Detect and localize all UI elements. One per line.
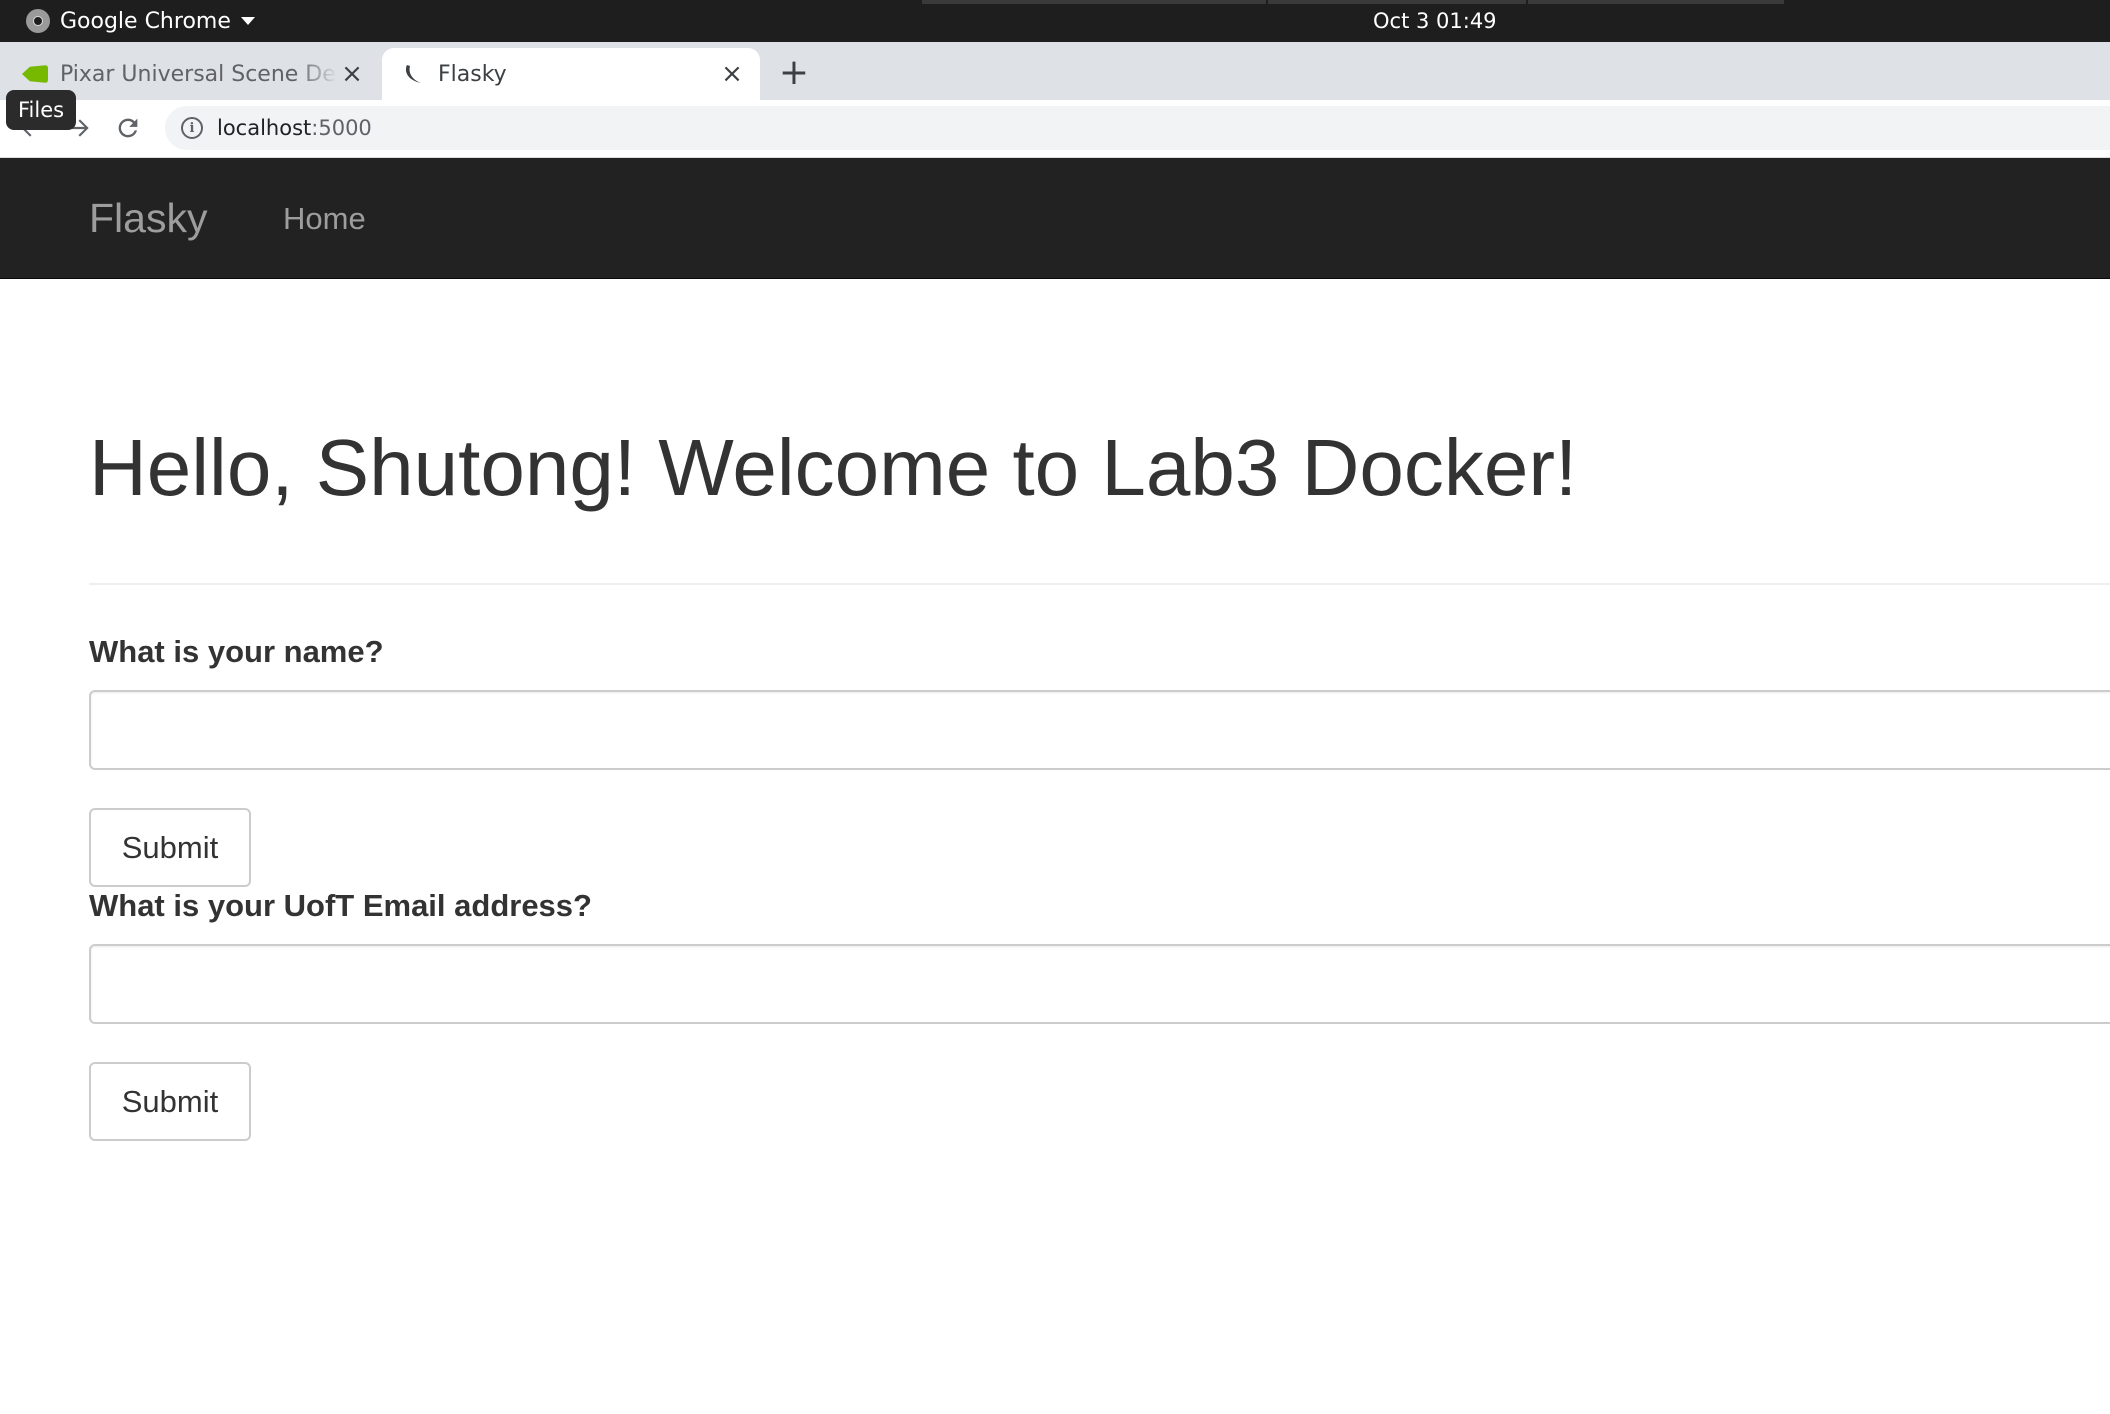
chrome-logo-icon bbox=[26, 9, 50, 33]
tab-flasky[interactable]: Flasky × bbox=[382, 48, 760, 100]
system-clock[interactable]: Oct 3 01:49 bbox=[1373, 0, 1497, 42]
app-menu[interactable]: Google Chrome bbox=[26, 0, 255, 42]
system-top-bar: Google Chrome Oct 3 01:49 bbox=[0, 0, 2110, 42]
nav-link-home[interactable]: Home bbox=[283, 158, 366, 279]
heading-divider bbox=[89, 583, 2110, 585]
close-icon[interactable]: × bbox=[718, 59, 746, 89]
files-tooltip: Files bbox=[6, 90, 77, 130]
app-menu-label: Google Chrome bbox=[60, 8, 231, 34]
email-submit-button[interactable]: Submit bbox=[89, 1062, 251, 1141]
flask-icon bbox=[400, 61, 426, 87]
info-icon[interactable]: i bbox=[181, 117, 203, 139]
close-icon[interactable]: × bbox=[338, 59, 366, 89]
tab-title: Flasky bbox=[438, 61, 507, 87]
topbar-notch bbox=[1528, 0, 1784, 4]
name-submit-button[interactable]: Submit bbox=[89, 808, 251, 887]
name-field-label: What is your name? bbox=[89, 634, 384, 669]
address-bar[interactable]: i localhost :5000 bbox=[165, 106, 2110, 150]
new-tab-button[interactable]: + bbox=[777, 50, 811, 94]
site-brand[interactable]: Flasky bbox=[89, 158, 207, 279]
email-input[interactable] bbox=[89, 944, 2110, 1024]
topbar-notch bbox=[922, 0, 1266, 4]
name-input[interactable] bbox=[89, 690, 2110, 770]
reload-icon[interactable] bbox=[110, 110, 146, 146]
nvidia-icon bbox=[22, 65, 48, 83]
browser-toolbar: i localhost :5000 bbox=[0, 100, 2110, 158]
url-host: localhost bbox=[217, 116, 312, 140]
page-heading: Hello, Shutong! Welcome to Lab3 Docker! bbox=[89, 423, 1578, 512]
caret-down-icon bbox=[240, 17, 255, 25]
email-field-label: What is your UofT Email address? bbox=[89, 888, 592, 923]
tab-strip: Pixar Universal Scene Description × Flas… bbox=[0, 42, 2110, 100]
url-port: :5000 bbox=[311, 116, 372, 140]
tab-title: Pixar Universal Scene Description bbox=[60, 61, 338, 87]
site-navbar: Flasky Home bbox=[0, 158, 2110, 279]
